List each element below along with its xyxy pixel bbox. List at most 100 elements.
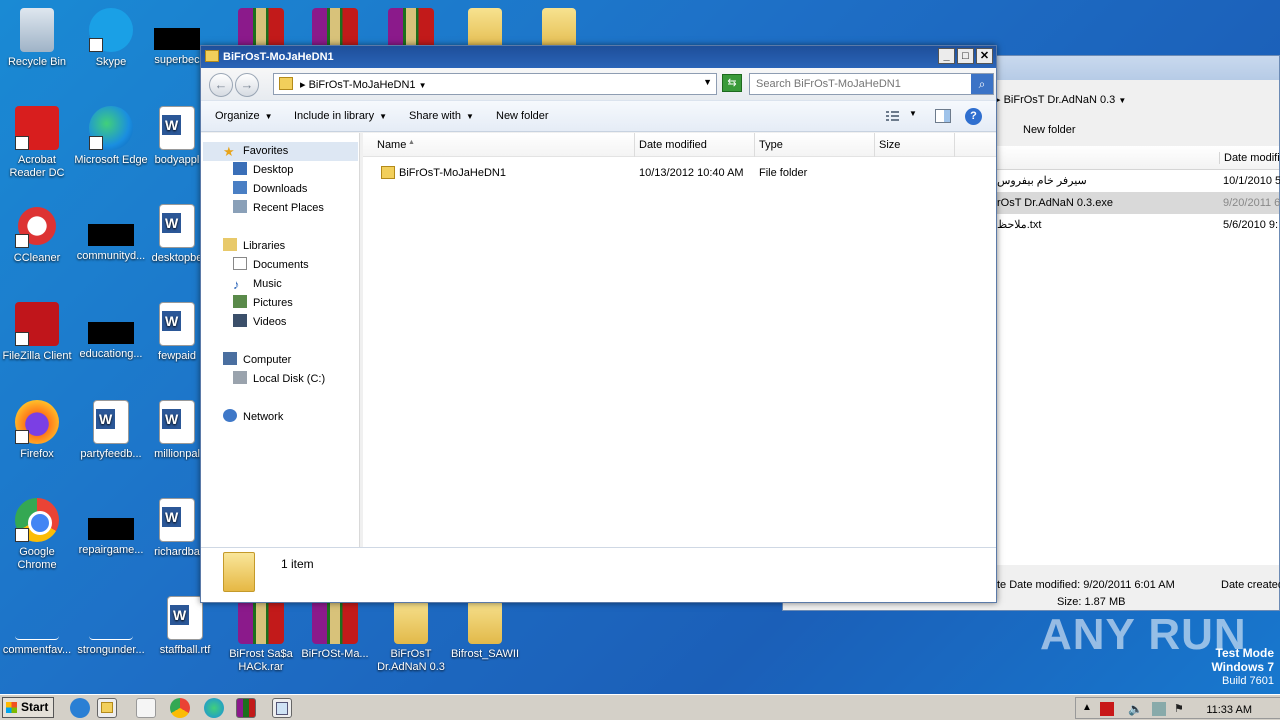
chevron-down-icon[interactable]: ▼ [703, 77, 712, 87]
redacted-icon [154, 28, 200, 50]
chevron-down-icon[interactable]: ▼ [909, 109, 925, 123]
media-player-icon[interactable] [136, 698, 156, 718]
forward-button[interactable]: → [235, 73, 259, 97]
nav-desktop[interactable]: Desktop [233, 161, 293, 180]
bg-col-date[interactable]: Date modifi [1219, 152, 1280, 164]
edge-taskbar-icon[interactable] [204, 698, 224, 718]
view-options-icon[interactable] [885, 109, 901, 123]
clock[interactable]: 11:33 AM [1206, 704, 1252, 716]
file-list: Name ▲ Date modified Type Size BiFrOsT-Mo… [363, 133, 996, 547]
nav-network[interactable]: Network [223, 408, 283, 427]
notepad-taskbar-icon[interactable] [272, 698, 292, 718]
bg-file-row[interactable]: rOsT Dr.AdNaN 0.3.exe 9/20/2011 6 [997, 192, 1280, 214]
desktop-icon-filezilla[interactable]: FileZilla Client [0, 302, 74, 363]
desktop-icon-bifrost-sawii[interactable]: Bifrost_SAWII [448, 600, 522, 661]
disk-icon [233, 371, 247, 384]
recycle-bin-icon [20, 8, 54, 52]
winrar-taskbar-icon[interactable] [236, 698, 256, 718]
desktop-icon-partyfeedb[interactable]: partyfeedb... [74, 400, 148, 461]
bg-new-folder-button[interactable]: New folder [1023, 124, 1076, 136]
nav-videos[interactable]: Videos [233, 313, 286, 332]
desktop-icon-strongunder[interactable]: strongunder... [74, 596, 148, 657]
minimize-button[interactable]: _ [938, 48, 955, 64]
filezilla-icon [15, 302, 59, 346]
desktop-icon-edge[interactable]: Microsoft Edge [74, 106, 148, 167]
desktop-icon-commentfav[interactable]: commentfav... [0, 596, 74, 657]
desktop-icon-staffball[interactable]: staffball.rtf [148, 596, 222, 657]
sort-up-icon: ▲ [408, 139, 415, 146]
blank-file-icon [15, 610, 59, 640]
address-bar[interactable]: ▸ BiFrOsT-MoJaHeDN1 ▼ ▼ [273, 73, 717, 95]
nav-documents[interactable]: Documents [233, 256, 309, 275]
recent-places-icon [233, 200, 247, 213]
share-with-menu[interactable]: Share with ▼ [409, 110, 474, 122]
desktop-icon-educationg[interactable]: educationg... [74, 302, 148, 361]
preview-pane-icon[interactable] [935, 109, 951, 123]
desktop-icon-acrobat[interactable]: Acrobat Reader DC [0, 106, 74, 180]
desktop-icon-bifrost-adnan[interactable]: BiFrOsT Dr.AdNaN 0.3 [374, 600, 448, 674]
speaker-icon[interactable]: 🔈 [1128, 702, 1143, 716]
window-titlebar[interactable]: BiFrOsT-MoJaHeDN1 _ □ ✕ [201, 46, 996, 68]
desktop-icon-ccleaner[interactable]: CCleaner [0, 204, 74, 265]
desktop-icon-bifrost-sasa[interactable]: BiFrost Sa$a HACk.rar [224, 600, 298, 674]
chrome-taskbar-icon[interactable] [170, 698, 190, 718]
bg-address-bar[interactable]: ▸ BiFrOsT Dr.AdNaN 0.3 ▼ [995, 89, 1126, 111]
flag-icon[interactable]: ⚑ [1174, 702, 1188, 716]
organize-menu[interactable]: Organize ▼ [215, 110, 273, 122]
folder-icon [394, 600, 428, 644]
internet-explorer-icon[interactable] [70, 698, 90, 718]
start-button[interactable]: Start [2, 697, 54, 718]
search-box[interactable]: ⌕ [749, 73, 994, 95]
bg-file-row[interactable]: سيرفر خام بيفروس 10/1/2010 5 [997, 170, 1280, 192]
col-name[interactable]: Name ▲ [363, 133, 635, 157]
nav-favorites[interactable]: ★ Favorites [223, 142, 288, 161]
table-row[interactable]: BiFrOsT-MoJaHeDN1 10/13/2012 10:40 AM Fi… [373, 163, 973, 183]
antivirus-icon[interactable] [1100, 702, 1114, 716]
include-in-library-menu[interactable]: Include in library ▼ [294, 110, 387, 122]
word-document-icon [93, 400, 129, 444]
ccleaner-icon [15, 204, 59, 248]
nav-pictures[interactable]: Pictures [233, 294, 293, 313]
close-button[interactable]: ✕ [976, 48, 993, 64]
network-tray-icon[interactable] [1152, 702, 1166, 716]
address-text: BiFrOsT-MoJaHeDN1 [308, 79, 416, 91]
col-size[interactable]: Size [875, 133, 955, 157]
desktop-icon-repairgame[interactable]: repairgame... [74, 498, 148, 557]
refresh-button[interactable]: ⇆ [722, 74, 742, 92]
search-input[interactable] [756, 78, 966, 90]
nav-recent-places[interactable]: Recent Places [233, 199, 324, 218]
show-hidden-icons-icon[interactable]: ▲ [1082, 702, 1096, 716]
navigation-bar: ← → ▸ BiFrOsT-MoJaHeDN1 ▼ ▼ ⇆ ⌕ [201, 68, 996, 100]
redacted-icon [88, 322, 134, 344]
command-bar: Organize ▼ Include in library ▼ Share with… [201, 100, 996, 132]
nav-downloads[interactable]: Downloads [233, 180, 307, 199]
desktop-icon-communityd[interactable]: communityd... [74, 204, 148, 263]
desktop-icon-chrome[interactable]: Google Chrome [0, 498, 74, 572]
star-icon: ★ [223, 144, 235, 159]
back-button[interactable]: ← [209, 73, 233, 97]
col-date-modified[interactable]: Date modified [635, 133, 755, 157]
help-icon[interactable]: ? [965, 108, 982, 125]
bg-file-row[interactable]: ملاحظ.txt 5/6/2010 9: [997, 214, 1279, 236]
search-icon[interactable]: ⌕ [971, 74, 993, 94]
nav-local-disk[interactable]: Local Disk (C:) [233, 370, 325, 389]
item-count: 1 item [281, 557, 314, 571]
desktop-icon-firefox[interactable]: Firefox [0, 400, 74, 461]
desktop-icon-skype[interactable]: Skype [74, 8, 148, 69]
col-type[interactable]: Type [755, 133, 875, 157]
nav-music[interactable]: ♪ Music [233, 275, 282, 294]
network-icon [223, 409, 237, 422]
window-title: BiFrOsT-MoJaHeDN1 [223, 51, 334, 63]
maximize-button[interactable]: □ [957, 48, 974, 64]
nav-computer[interactable]: Computer [223, 351, 291, 370]
libraries-icon [223, 238, 237, 251]
new-folder-button[interactable]: New folder [496, 110, 549, 122]
nav-libraries[interactable]: Libraries [223, 237, 285, 256]
explorer-taskbar-icon[interactable] [97, 698, 117, 718]
word-document-icon [159, 204, 195, 248]
folder-icon [468, 600, 502, 644]
desktop-icon-recycle-bin[interactable]: Recycle Bin [0, 8, 74, 69]
explorer-window[interactable]: BiFrOsT-MoJaHeDN1 _ □ ✕ ← → ▸ BiFrOsT-Mo… [200, 45, 997, 603]
edge-icon [89, 106, 133, 150]
desktop-icon-bifrost-ma[interactable]: BiFrOSt-Ma... [298, 600, 372, 661]
